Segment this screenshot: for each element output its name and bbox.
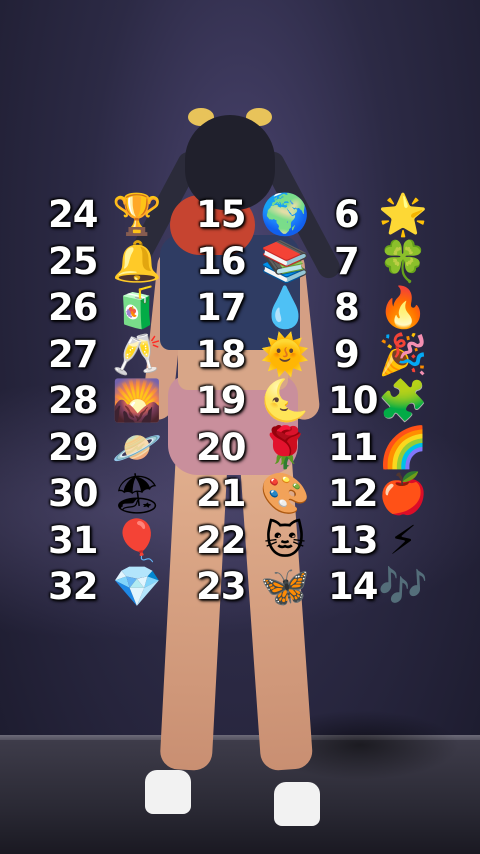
artist-palette-icon: 🎨 <box>260 471 310 517</box>
item-number: 29 <box>48 425 98 469</box>
puzzle-piece-icon: 🧩 <box>378 378 428 424</box>
butterfly-icon: 🦋 <box>260 564 310 610</box>
grid-item: 7 🍀 <box>328 238 448 285</box>
champagne-glasses-icon: 🥂 <box>112 331 162 378</box>
grid-item: 16 📚 <box>196 238 316 285</box>
grid-item: 27 🥂 <box>48 331 168 378</box>
item-number: 27 <box>48 332 98 376</box>
music-notes-icon: 🎶 <box>378 564 428 610</box>
item-number: 9 <box>334 332 360 376</box>
grid-item: 24 🏆 <box>48 192 168 238</box>
item-number: 6 <box>334 193 360 236</box>
item-number: 19 <box>196 379 246 422</box>
item-number: 11 <box>328 425 378 469</box>
grid-item: 30 🏖 <box>48 471 168 517</box>
cat-face-icon: 🐱 <box>264 517 306 564</box>
grid-item: 8 🔥 <box>328 285 448 331</box>
item-number: 32 <box>48 565 98 608</box>
grid-item: 13 ⚡ <box>328 517 448 564</box>
grid-item: 12 🍎 <box>328 471 448 517</box>
grid-item: 22 🐱 <box>196 517 316 564</box>
beach-umbrella-icon: 🏖 <box>111 471 163 517</box>
grid-item: 11 🌈 <box>328 424 448 471</box>
grid-item: 21 🎨 <box>196 471 316 517</box>
fire-icon: 🔥 <box>378 285 428 331</box>
bell-icon: 🔔 <box>112 238 162 285</box>
item-number: 21 <box>196 472 246 515</box>
item-number: 31 <box>48 518 98 562</box>
grid-item: 32 💎 <box>48 564 168 610</box>
grid-item: 28 🌄 <box>48 378 168 424</box>
item-number: 14 <box>328 565 378 608</box>
grid-item: 29 🪐 <box>48 424 168 471</box>
crescent-moon-face-icon: 🌜 <box>260 378 310 424</box>
grid-item: 6 🌟 <box>328 192 448 238</box>
item-number: 25 <box>48 239 98 283</box>
rose-icon: 🌹 <box>260 424 310 471</box>
item-number: 16 <box>196 239 246 283</box>
party-popper-icon: 🎉 <box>378 331 428 378</box>
four-leaf-clover-icon: 🍀 <box>378 238 428 285</box>
ringed-planet-icon: 🪐 <box>112 424 162 471</box>
grid-item: 18 🌞 <box>196 331 316 378</box>
item-number: 24 <box>48 193 98 236</box>
grid-item: 31 🎈 <box>48 517 168 564</box>
sunrise-landscape-icon: 🌄 <box>112 378 162 424</box>
item-number: 17 <box>196 286 246 329</box>
droplet-icon: 💧 <box>260 285 310 331</box>
grid-item: 9 🎉 <box>328 331 448 378</box>
item-number: 12 <box>328 472 378 515</box>
item-number: 15 <box>196 193 246 236</box>
item-number: 13 <box>328 518 378 562</box>
item-number: 7 <box>334 239 360 283</box>
grid-item: 25 🔔 <box>48 238 168 285</box>
item-number: 10 <box>328 379 378 422</box>
grid-item: 23 🦋 <box>196 564 316 610</box>
grid-item: 19 🌜 <box>196 378 316 424</box>
globe-icon: 🌍 <box>260 192 310 238</box>
item-number: 20 <box>196 425 246 469</box>
item-number: 22 <box>196 518 246 562</box>
item-number: 18 <box>196 332 246 376</box>
item-number: 23 <box>196 565 246 608</box>
red-balloon-icon: 🎈 <box>112 517 162 564</box>
trophy-icon: 🏆 <box>112 192 162 238</box>
books-icon: 📚 <box>260 238 310 285</box>
grid-item: 26 🧃 <box>48 285 168 331</box>
item-number: 28 <box>48 379 98 422</box>
star-icon: 🌟 <box>378 192 428 238</box>
grid-item: 17 💧 <box>196 285 316 331</box>
item-number: 30 <box>48 472 98 515</box>
item-number: 26 <box>48 286 98 329</box>
gem-icon: 💎 <box>112 564 162 610</box>
red-apple-icon: 🍎 <box>378 471 428 517</box>
rainbow-icon: 🌈 <box>378 424 428 471</box>
grid-item: 20 🌹 <box>196 424 316 471</box>
item-number: 8 <box>334 286 360 329</box>
grid-item: 10 🧩 <box>328 378 448 424</box>
sun-with-face-icon: 🌞 <box>260 331 310 378</box>
number-emoji-grid: 24 🏆 25 🔔 26 🧃 27 🥂 28 🌄 29 🪐 30 🏖 31 🎈 32 💎 15 🌍 16 📚 17 💧 18 🌞 1… <box>0 0 480 854</box>
grid-item: 14 🎶 <box>328 564 448 610</box>
lightning-icon: ⚡ <box>388 517 418 564</box>
grid-item: 15 🌍 <box>196 192 316 238</box>
grape-juice-box-icon: 🧃 <box>112 285 162 331</box>
